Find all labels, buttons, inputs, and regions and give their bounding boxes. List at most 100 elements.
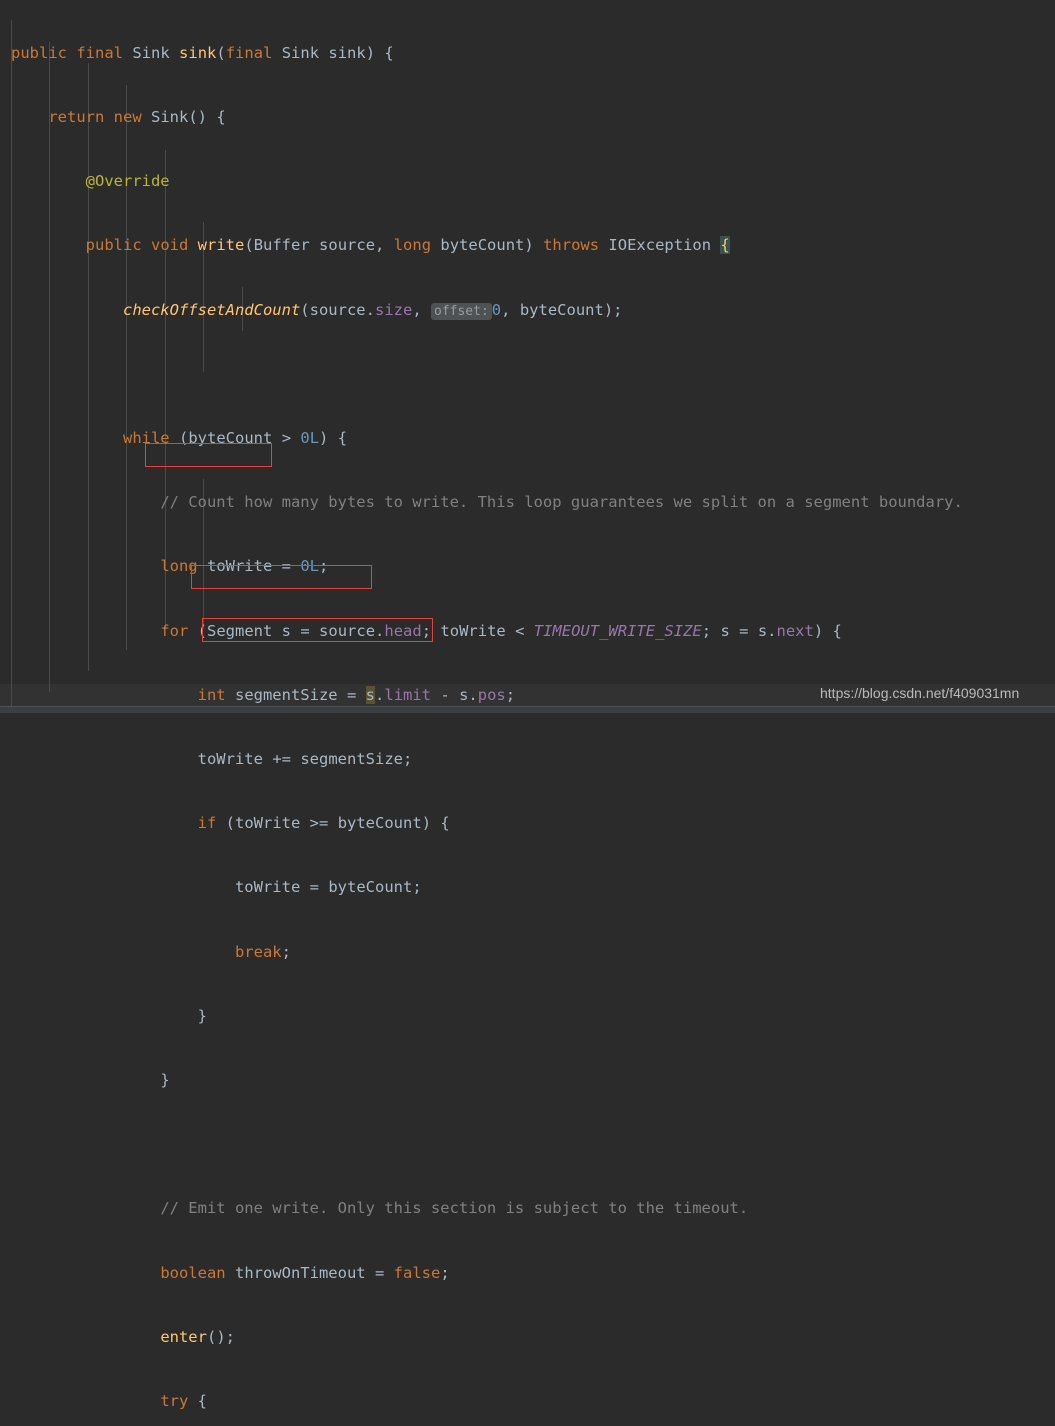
token-param: byteCount [440,236,525,255]
token-punct: < [515,621,525,640]
token-punct: > [281,429,292,448]
token-annotation: @Override [85,172,170,191]
token-var: segmentSize [300,750,403,769]
code-content[interactable]: public final Sink sink(final Sink sink) … [11,0,963,1426]
token-punct: ; [281,942,291,961]
token-var: throwOnTimeout [234,1263,366,1282]
token-keyword: final [76,43,124,62]
token-punct: . [365,300,375,319]
token-punct: ( [216,43,226,62]
token-keyword: for [160,621,189,640]
token-var: s [757,621,768,640]
token-punct: ( [179,429,189,448]
code-line-18-blank[interactable] [11,1134,963,1155]
token-punct: . [375,685,385,704]
code-line-14[interactable]: toWrite = byteCount; [11,877,963,898]
token-param: byteCount [328,878,413,897]
code-line-3[interactable]: @Override [11,171,963,192]
parameter-hint-offset: offset: [431,302,492,320]
token-param: source [319,236,376,255]
code-line-8-comment[interactable]: // Count how many bytes to write. This l… [11,492,963,513]
token-var: toWrite [440,621,506,640]
token-number: 0L [300,429,320,448]
token-keyword: void [151,236,189,255]
code-line-12[interactable]: toWrite += segmentSize; [11,749,963,770]
code-line-10[interactable]: for (Segment s = source.head; toWrite < … [11,621,963,642]
code-line-19-comment[interactable]: // Emit one write. Only this section is … [11,1198,963,1219]
token-punct: (); [206,1327,235,1346]
token-keyword: long [393,236,432,255]
token-punct: . [375,621,385,640]
token-var: toWrite [235,814,301,833]
token-punct: ; [440,1263,450,1282]
token-punct: ; [421,621,432,640]
code-line-7[interactable]: while (byteCount > 0L) { [11,428,963,449]
code-line-15[interactable]: break; [11,942,963,963]
token-punct: { [197,1392,207,1411]
token-var: segmentSize [234,685,338,704]
token-var: s [281,621,292,640]
code-line-20[interactable]: boolean throwOnTimeout = false; [11,1263,963,1284]
token-field: pos [477,685,506,704]
token-punct: - [440,685,450,704]
token-var: toWrite [234,878,301,897]
token-type: Buffer [253,236,310,255]
token-punct: = [281,557,291,576]
token-method-call-enter: enter [160,1327,207,1346]
token-keyword: int [197,685,226,704]
token-punct: ( [197,621,207,640]
token-keyword: throws [543,236,600,255]
code-line-21[interactable]: enter(); [11,1327,963,1348]
token-param: source [319,621,376,640]
code-editor[interactable]: public final Sink sink(final Sink sink) … [0,0,1055,1410]
token-punct: } [160,1071,170,1090]
code-line-17[interactable]: } [11,1070,963,1091]
token-type: Sink [132,43,170,62]
token-static-constant: TIMEOUT_WRITE_SIZE [533,621,702,640]
token-type: Sink [151,108,189,127]
brace-match-open: { [720,236,730,255]
token-punct: ( [244,236,254,255]
token-punct: () { [188,108,226,127]
token-param: source [309,300,366,319]
token-punct: , [501,300,511,319]
code-line-9[interactable]: long toWrite = 0L; [11,556,963,577]
token-punct: , [412,300,422,319]
token-keyword: while [122,429,170,448]
code-line-16[interactable]: } [11,1006,963,1027]
token-type: Sink [281,43,320,62]
token-keyword: public [11,43,67,62]
token-punct: ); [603,300,623,319]
token-punct: ; [412,878,422,897]
token-punct: ( [300,300,310,319]
token-punct: = [739,621,749,640]
token-punct: += [272,750,291,769]
code-line-2[interactable]: return new Sink() { [11,107,963,128]
code-line-6-blank[interactable] [11,364,963,385]
token-punct: ) [524,236,534,255]
token-var: s [459,685,469,704]
token-keyword: return [48,108,105,127]
code-line-1[interactable]: public final Sink sink(final Sink sink) … [11,43,963,64]
token-field: size [374,300,413,319]
bottom-status-strip [0,706,1055,713]
token-punct: ) { [365,43,394,62]
code-line-13[interactable]: if (toWrite >= byteCount) { [11,813,963,834]
token-method: write [197,236,245,255]
token-punct: = [300,621,310,640]
token-punct: ) { [813,621,842,640]
token-punct: ; [505,685,516,704]
token-punct: ; [319,557,329,576]
token-keyword: if [197,814,217,833]
token-var: toWrite [197,750,263,769]
token-param: byteCount [188,429,273,448]
token-punct: >= [309,814,329,833]
code-line-22[interactable]: try { [11,1391,963,1412]
token-keyword: public [85,236,142,255]
token-keyword: long [160,557,198,576]
token-type: IOException [608,236,712,255]
code-line-5[interactable]: checkOffsetAndCount(source.size, offset:… [11,300,963,321]
code-line-4[interactable]: public void write(Buffer source, long by… [11,235,963,256]
token-field: head [384,621,422,640]
token-field: next [776,621,814,640]
